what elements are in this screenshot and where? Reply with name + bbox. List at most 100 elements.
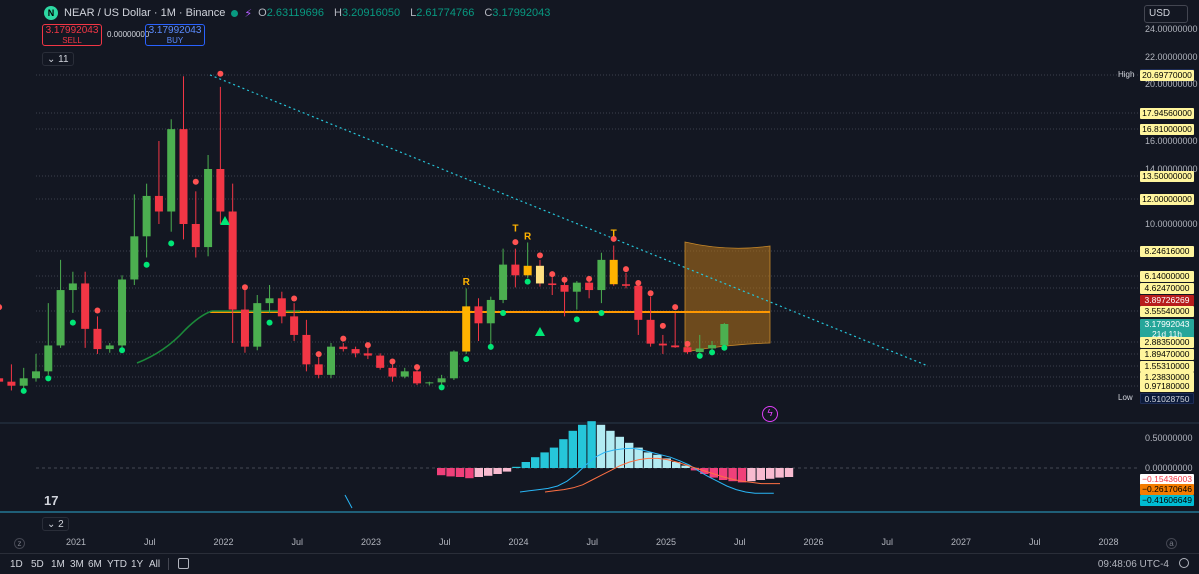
signal-dot: [696, 352, 703, 359]
time-axis-label: 2024: [508, 537, 529, 547]
price-tag: 13.50000000: [1140, 170, 1194, 182]
price-chart[interactable]: RTR T: [0, 0, 1199, 574]
macd-histogram-bar: [531, 457, 540, 468]
signal-dot: [561, 276, 568, 283]
range-1y-button[interactable]: 1Y: [131, 559, 143, 570]
symbol-legend[interactable]: N NEAR / US Dollar · 1M · Binance ⚡ O2.6…: [44, 6, 554, 20]
candle-body: [437, 378, 446, 383]
macd-histogram-bar: [521, 462, 530, 468]
range-6m-button[interactable]: 6M: [88, 559, 102, 570]
price-tag: 2.88350000: [1140, 336, 1194, 348]
candle-body: [118, 279, 127, 346]
time-axis-label: 2022: [213, 537, 234, 547]
time-axis[interactable]: 2021 Jul 2022 Jul 2023 Jul 2024 Jul 2025 Jul 2026 J…: [0, 537, 1199, 549]
candle-body: [216, 169, 225, 212]
signal-dot: [438, 384, 445, 391]
macd-histogram-bar: [747, 468, 756, 482]
signal-dot: [69, 319, 76, 326]
candle-body: [56, 290, 65, 346]
time-axis-label: Jul: [881, 537, 894, 547]
moving-average-line: [136, 310, 300, 364]
candle-body: [535, 265, 544, 284]
range-1d-button[interactable]: 1D: [10, 559, 23, 570]
signal-label: R: [463, 277, 471, 288]
macd-axis-label: 0.50000000: [1145, 433, 1193, 443]
signal-dot: [623, 266, 629, 273]
buy-label: BUY: [166, 36, 184, 45]
calendar-icon[interactable]: [178, 558, 189, 569]
candle-body: [499, 264, 508, 300]
price-tag: 3.55540000: [1140, 305, 1194, 317]
candle-body: [32, 371, 40, 379]
candle-body: [671, 345, 680, 348]
time-axis-label: 2026: [803, 537, 824, 547]
candle-body: [548, 283, 557, 286]
candle-body: [523, 265, 532, 276]
bolt-badge-icon[interactable]: ϟ: [762, 406, 778, 422]
sell-button[interactable]: 3.17992043 SELL: [42, 24, 102, 46]
clock-timezone[interactable]: 09:48:06 UTC-4: [1098, 559, 1169, 570]
auto-scale-icon[interactable]: a: [1166, 538, 1177, 549]
candle-body: [486, 299, 495, 324]
signal-dot: [536, 252, 543, 259]
ohlc-l: L2.61774766: [410, 7, 475, 19]
gear-icon[interactable]: [1179, 558, 1189, 568]
macd-histogram-bar: [606, 430, 615, 468]
sell-label: SELL: [62, 36, 82, 45]
signal-dot: [635, 280, 642, 287]
candle-body: [167, 129, 176, 212]
signal-dot: [414, 364, 421, 371]
time-axis-label: 2021: [65, 537, 87, 547]
macd-tag: −0.41606649: [1140, 494, 1194, 506]
macd-histogram-bar: [625, 442, 634, 468]
candle-body: [388, 367, 397, 377]
buy-triangle-icon: [220, 216, 230, 225]
pane2-count: 2: [58, 519, 64, 530]
candle-body: [327, 346, 335, 375]
time-axis-label: Jul: [1028, 537, 1041, 547]
tradingview-logo-icon[interactable]: 17: [44, 493, 58, 508]
range-1m-button[interactable]: 1M: [51, 559, 65, 570]
signal-dot: [168, 240, 175, 247]
ohlc-h: H3.20916050: [334, 7, 401, 19]
bolt-logo-icon: ⚡: [244, 7, 253, 20]
range-all-button[interactable]: All: [149, 559, 160, 570]
signal-dot: [684, 340, 691, 347]
currency-selector[interactable]: USD: [1144, 5, 1188, 23]
market-open-dot-icon: [231, 9, 239, 17]
price-tag: 0.97180000: [1140, 380, 1194, 392]
price-tag: 17.94560000: [1140, 107, 1194, 119]
macd-histogram-bar: [512, 466, 521, 468]
range-ytd-button[interactable]: YTD: [107, 559, 127, 570]
buy-price: 3.17992043: [148, 25, 202, 36]
candle-body: [265, 298, 274, 304]
time-axis-label: Jul: [586, 537, 599, 547]
macd-histogram-bar: [719, 468, 728, 480]
macd-histogram-bar: [437, 468, 446, 476]
indicators-collapse-button[interactable]: ⌄ 11: [42, 52, 74, 66]
pane2-collapse-button[interactable]: ⌄ 2: [42, 517, 69, 531]
range-3m-button[interactable]: 3M: [70, 559, 84, 570]
price-tag: 6.14000000: [1140, 270, 1194, 282]
candle-body: [93, 328, 102, 350]
zoom-out-icon[interactable]: z: [14, 538, 25, 549]
signal-label: R: [524, 231, 532, 242]
candle-body: [572, 282, 581, 292]
range-5d-button[interactable]: 5D: [31, 559, 44, 570]
time-axis-label: 2028: [1098, 537, 1119, 547]
price-tag: 4.62470000: [1140, 282, 1194, 294]
candle-body: [351, 349, 360, 354]
signal-dot: [721, 344, 728, 351]
time-axis-label: 2023: [360, 537, 382, 547]
signal-dot: [0, 304, 3, 311]
buy-button[interactable]: 3.17992043 BUY: [145, 24, 205, 46]
ohlc-o: O2.63119696: [258, 7, 324, 19]
signal-dot: [143, 261, 150, 268]
macd-histogram-bar: [559, 439, 568, 468]
macd-histogram-bar: [615, 436, 624, 468]
macd-tag: −0.15436003: [1140, 473, 1194, 485]
signal-label: T: [512, 224, 518, 235]
candle-body: [130, 236, 139, 280]
signal-dot: [573, 316, 580, 323]
signal-dot: [549, 271, 556, 278]
